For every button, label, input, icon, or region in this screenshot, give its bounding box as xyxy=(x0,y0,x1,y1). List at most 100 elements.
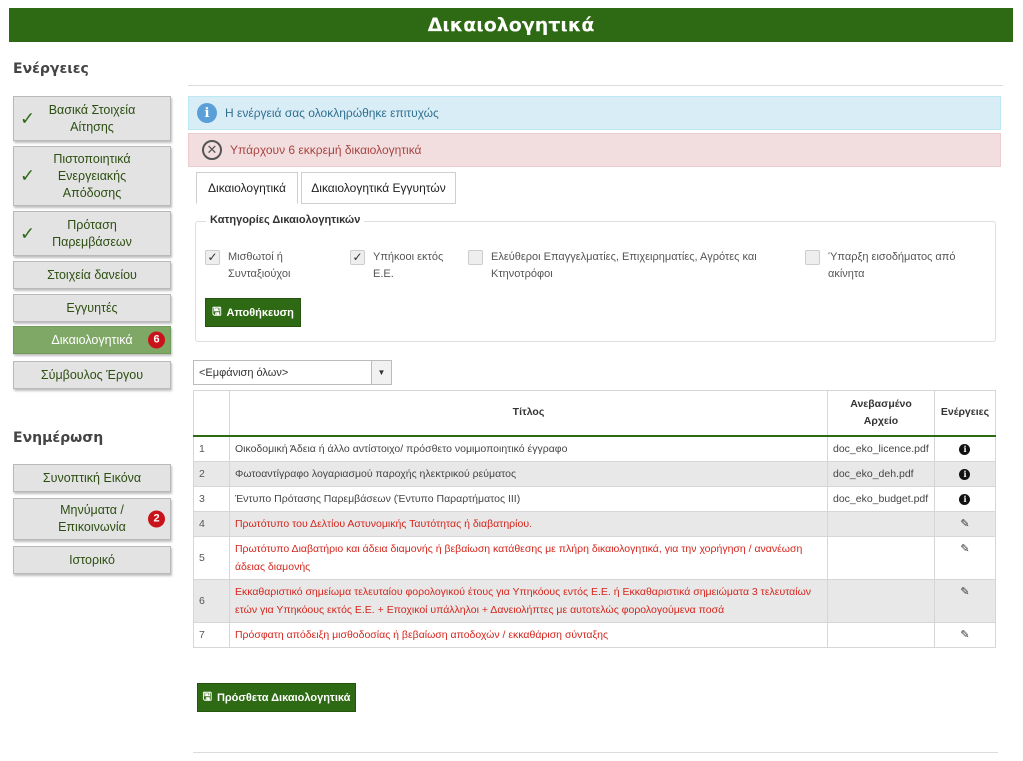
info-icon[interactable]: i xyxy=(959,493,971,505)
row-actions: ✎ xyxy=(933,578,997,623)
sidebar-item-project-consultant[interactable]: Σύμβουλος Έργου xyxy=(13,361,171,389)
sidebar-item-messages[interactable]: Μηνύματα / Επικοινωνία 2 xyxy=(13,498,171,540)
row-file[interactable]: doc_eko_budget.pdf xyxy=(827,485,935,512)
row-number: 2 xyxy=(193,460,230,487)
row-number: 3 xyxy=(193,485,230,512)
column-header-uploaded-file: Ανεβασμένο Αρχείο xyxy=(827,390,935,437)
info-icon: i xyxy=(197,103,217,123)
documents-filter-select[interactable]: <Εμφάνιση όλων> ▼ xyxy=(193,360,392,385)
floppy-disk-icon: 🖫 xyxy=(212,306,222,318)
row-actions: ✎ xyxy=(933,535,997,580)
row-number: 5 xyxy=(193,535,230,580)
row-actions: ✎ xyxy=(933,621,997,648)
column-header-actions: Ενέργειες xyxy=(933,390,997,437)
sidebar-item-label: Εγγυητές xyxy=(66,300,118,315)
sidebar-item-label: Πιστοποιητικά Ενεργειακής Απόδοσης xyxy=(53,151,131,200)
info-icon[interactable]: i xyxy=(959,443,971,455)
additional-documents-button[interactable]: 🖫 Πρόσθετα Δικαιολογητικά xyxy=(197,683,356,712)
checkbox[interactable] xyxy=(468,250,483,265)
floppy-disk-icon: 🖫 xyxy=(202,691,212,703)
row-actions: i xyxy=(933,435,997,462)
category-label: Μισθωτοί ή Συνταξιούχοι xyxy=(228,251,291,280)
pencil-icon[interactable]: ✎ xyxy=(960,629,969,641)
messages-count-badge: 2 xyxy=(148,510,165,528)
row-file[interactable]: doc_eko_licence.pdf xyxy=(827,435,935,462)
table-row: 3 Έντυπο Πρότασης Παρεμβάσεων (Έντυπο Πα… xyxy=(193,485,997,512)
table-row: 4 Πρωτότυπο του Δελτίου Αστυνομικής Ταυτ… xyxy=(193,510,997,537)
category-label: Ύπαρξη εισοδήματος από ακίνητα xyxy=(828,251,956,280)
row-title: Πρόσφατη απόδειξη μισθοδοσίας ή βεβαίωση… xyxy=(228,621,829,648)
row-file[interactable]: doc_eko_deh.pdf xyxy=(827,460,935,487)
table-row: 7 Πρόσφατη απόδειξη μισθοδοσίας ή βεβαίω… xyxy=(193,621,997,648)
save-button-label: Αποθήκευση xyxy=(226,306,294,319)
sidebar-item-loan-details[interactable]: Στοιχεία δανείου xyxy=(13,261,171,289)
success-alert: i Η ενέργειά σας ολοκληρώθηκε επιτυχώς xyxy=(188,96,1001,130)
sidebar-item-label: Στοιχεία δανείου xyxy=(47,267,137,282)
category-checkbox-non-eu[interactable]: ✓ Υπήκοοι εκτός Ε.Ε. xyxy=(350,249,455,283)
row-title: Πρωτότυπο Διαβατήριο και άδεια διαμονής … xyxy=(228,535,829,580)
row-title: Οικοδομική Άδεια ή άλλο αντίστοιχο/ πρόσ… xyxy=(228,435,829,462)
sidebar-item-label: Πρόταση Παρεμβάσεων xyxy=(52,217,132,249)
info-section-title: Ενημέρωση xyxy=(13,430,104,446)
pencil-icon[interactable]: ✎ xyxy=(960,518,969,530)
sidebar-item-label: Σύμβουλος Έργου xyxy=(40,367,144,382)
pencil-icon[interactable]: ✎ xyxy=(960,586,969,598)
category-label: Υπήκοοι εκτός Ε.Ε. xyxy=(373,251,444,280)
category-checkbox-freelancers[interactable]: Ελεύθεροι Επαγγελματίες, Επιχειρηματίες,… xyxy=(468,249,778,283)
category-checkbox-employees[interactable]: ✓ Μισθωτοί ή Συνταξιούχοι xyxy=(205,249,330,283)
chevron-down-icon[interactable]: ▼ xyxy=(371,361,391,384)
column-header-title: Τίτλος xyxy=(228,390,829,437)
sidebar-item-energy-certificates[interactable]: ✓ Πιστοποιητικά Ενεργειακής Απόδοσης xyxy=(13,146,171,206)
row-title: Έντυπο Πρότασης Παρεμβάσεων (Έντυπο Παρα… xyxy=(228,485,829,512)
sidebar-item-overview[interactable]: Συνοπτική Εικόνα xyxy=(13,464,171,492)
sidebar-item-basic-info[interactable]: ✓ Βασικά Στοιχεία Αίτησης xyxy=(13,96,171,141)
sidebar-item-label: Ιστορικό xyxy=(69,552,115,567)
check-icon: ✓ xyxy=(20,108,36,128)
checkbox[interactable]: ✓ xyxy=(205,250,220,265)
pending-alert-text: Υπάρχουν 6 εκκρεμή δικαιολογητικά xyxy=(230,143,422,157)
category-label: Ελεύθεροι Επαγγελματίες, Επιχειρηματίες,… xyxy=(491,251,757,280)
save-button[interactable]: 🖫 Αποθήκευση xyxy=(205,298,301,327)
close-circle-icon: ✕ xyxy=(202,140,222,160)
sidebar-item-guarantors[interactable]: Εγγυητές xyxy=(13,294,171,322)
checkbox[interactable]: ✓ xyxy=(350,250,365,265)
row-file xyxy=(827,621,935,648)
categories-legend: Κατηγορίες Δικαιολογητικών xyxy=(206,214,365,226)
table-row: 6 Εκκαθαριστικό σημείωμα τελευταίου φορο… xyxy=(193,578,997,623)
category-checkbox-property-income[interactable]: Ύπαρξη εισοδήματος από ακίνητα xyxy=(805,249,975,283)
divider xyxy=(193,752,998,753)
row-file xyxy=(827,578,935,623)
additional-documents-label: Πρόσθετα Δικαιολογητικά xyxy=(216,691,351,704)
row-actions: ✎ xyxy=(933,510,997,537)
filter-selected-value: <Εμφάνιση όλων> xyxy=(199,366,289,379)
pencil-icon[interactable]: ✎ xyxy=(960,543,969,555)
tab-documents[interactable]: Δικαιολογητικά xyxy=(196,172,298,204)
row-title: Πρωτότυπο του Δελτίου Αστυνομικής Ταυτότ… xyxy=(228,510,829,537)
info-icon[interactable]: i xyxy=(959,468,971,480)
check-icon: ✓ xyxy=(20,165,36,186)
row-actions: i xyxy=(933,460,997,487)
documents-table: Τίτλος Ανεβασμένο Αρχείο Ενέργειες 1 Οικ… xyxy=(193,390,997,648)
sidebar-item-history[interactable]: Ιστορικό xyxy=(13,546,171,574)
actions-section-title: Ενέργειες xyxy=(13,61,89,77)
row-number: 4 xyxy=(193,510,230,537)
table-row: 1 Οικοδομική Άδεια ή άλλο αντίστοιχο/ πρ… xyxy=(193,435,997,462)
check-icon: ✓ xyxy=(20,223,36,243)
sidebar-item-documents[interactable]: Δικαιολογητικά 6 xyxy=(13,326,171,354)
checkbox[interactable] xyxy=(805,250,820,265)
tab-guarantor-documents[interactable]: Δικαιολογητικά Εγγυητών xyxy=(301,172,456,204)
sidebar-item-interventions[interactable]: ✓ Πρόταση Παρεμβάσεων xyxy=(13,211,171,256)
row-file xyxy=(827,510,935,537)
pending-alert: ✕ Υπάρχουν 6 εκκρεμή δικαιολογητικά xyxy=(188,133,1001,167)
sidebar-item-label: Βασικά Στοιχεία Αίτησης xyxy=(48,102,136,134)
pending-count-badge: 6 xyxy=(148,331,165,349)
sidebar-item-label: Μηνύματα / Επικοινωνία xyxy=(58,503,126,534)
table-row: 2 Φωτοαντίγραφο λογαριασμού παροχής ηλεκ… xyxy=(193,460,997,487)
row-number: 6 xyxy=(193,578,230,623)
row-file xyxy=(827,535,935,580)
table-row: 5 Πρωτότυπο Διαβατήριο και άδεια διαμονή… xyxy=(193,535,997,580)
sidebar-item-label: Συνοπτική Εικόνα xyxy=(42,470,142,485)
row-number: 1 xyxy=(193,435,230,462)
row-actions: i xyxy=(933,485,997,512)
row-number: 7 xyxy=(193,621,230,648)
